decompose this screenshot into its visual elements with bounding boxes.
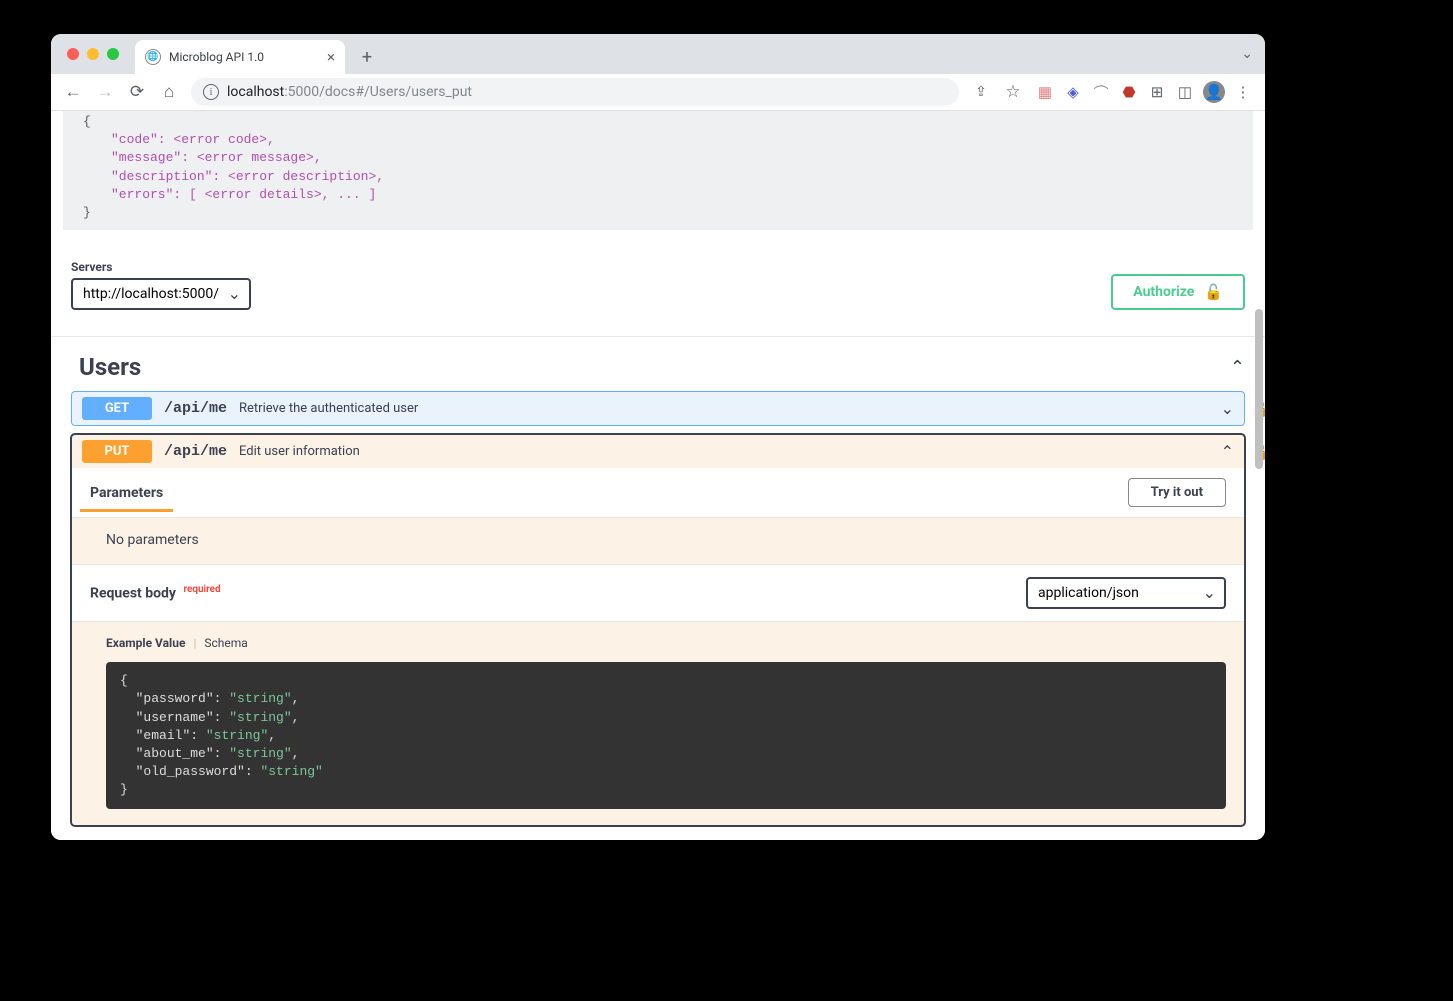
extension-icon[interactable]: ▦ (1035, 82, 1055, 102)
bookmark-icon[interactable]: ☆ (999, 78, 1027, 106)
operation-summary: Retrieve the authenticated user (239, 401, 418, 416)
chevron-up-icon: ⌃ (1230, 357, 1245, 378)
browser-tab[interactable]: 🌐 Microblog API 1.0 × (135, 40, 345, 74)
request-body-title: Request body (90, 586, 176, 602)
unlock-icon: 🔓 (1204, 283, 1223, 301)
url-text: localhost:5000/docs#/Users/users_put (227, 84, 472, 100)
operation-summary: Edit user information (239, 444, 360, 459)
operation-header[interactable]: GET /api/me Retrieve the authenticated u… (72, 392, 1244, 425)
reload-button[interactable]: ⟳ (123, 78, 151, 106)
servers-label: Servers (71, 260, 251, 274)
operation-path: /api/me (164, 443, 227, 460)
server-select-value: http://localhost:5000/ (83, 286, 219, 302)
try-it-out-button[interactable]: Try it out (1128, 478, 1226, 507)
sidepanel-icon[interactable]: ◫ (1175, 82, 1195, 102)
no-parameters-text: No parameters (72, 518, 1244, 564)
browser-window: 🌐 Microblog API 1.0 × + ⌄ ← → ⟳ ⌂ i loca… (51, 34, 1265, 840)
close-icon[interactable]: × (327, 48, 335, 66)
address-bar: ← → ⟳ ⌂ i localhost:5000/docs#/Users/use… (51, 74, 1265, 111)
url-path: :5000/docs#/Users/users_put (284, 84, 472, 100)
window-controls (63, 34, 129, 74)
tab-schema[interactable]: Schema (204, 636, 247, 650)
extension-icon[interactable]: ⬣ (1119, 82, 1139, 102)
authorize-button[interactable]: Authorize 🔓 (1111, 274, 1245, 310)
back-button[interactable]: ← (59, 78, 87, 106)
parameters-bar: Parameters Try it out (72, 468, 1244, 518)
extensions-icon[interactable]: ⊞ (1147, 82, 1167, 102)
forward-button[interactable]: → (91, 78, 119, 106)
home-button[interactable]: ⌂ (155, 78, 183, 106)
operation-put: PUT /api/me Edit user information ⌃ 🔓 Pa… (71, 434, 1245, 826)
operation-body: Parameters Try it out No parameters Requ… (72, 468, 1244, 809)
globe-icon: 🌐 (145, 49, 161, 65)
content-type-select[interactable]: application/json (1026, 577, 1226, 609)
url-field[interactable]: i localhost:5000/docs#/Users/users_put (191, 78, 959, 106)
share-icon[interactable]: ⇪ (967, 78, 995, 106)
window-close-button[interactable] (67, 48, 79, 60)
url-host: localhost (227, 84, 284, 100)
operation-get: GET /api/me Retrieve the authenticated u… (71, 391, 1245, 426)
content-type-value: application/json (1038, 585, 1139, 601)
authorize-label: Authorize (1133, 284, 1194, 300)
schema-tabs: Example Value | Schema (72, 622, 1244, 656)
tag-title: Users (79, 353, 141, 381)
operation-header[interactable]: PUT /api/me Edit user information ⌃ (72, 435, 1244, 468)
operation-controls: ⌃ (1221, 442, 1234, 461)
tab-separator: | (193, 636, 196, 650)
error-schema-block: { "code": <error code>, "message": <erro… (63, 111, 1253, 230)
tabs-chevron-icon[interactable]: ⌄ (1241, 46, 1253, 62)
new-tab-button[interactable]: + (353, 43, 381, 71)
example-code-block: { "password": "string", "username": "str… (106, 662, 1226, 809)
operation-path: /api/me (164, 400, 227, 417)
request-body-bar: Request body required application/json (72, 564, 1244, 622)
error-schema-line: "description": <error description>, (111, 169, 384, 184)
parameters-title: Parameters (90, 485, 163, 501)
profile-avatar[interactable]: 👤 (1203, 81, 1225, 103)
operation-controls: ⌄ (1221, 399, 1234, 418)
required-label: required (183, 584, 220, 595)
extension-icons: ▦ ◈ ⌒ ⬣ ⊞ ◫ 👤 ⋮ (1031, 81, 1257, 103)
method-badge: GET (82, 397, 152, 420)
tab-title: Microblog API 1.0 (169, 50, 319, 64)
error-schema-line: "message": <error message>, (111, 150, 322, 165)
error-schema-line: "code": <error code>, (111, 132, 275, 147)
request-body-title-wrap: Request body required (90, 584, 221, 602)
window-minimize-button[interactable] (87, 48, 99, 60)
window-maximize-button[interactable] (107, 48, 119, 60)
page-content: { "code": <error code>, "message": <erro… (51, 111, 1265, 840)
chevron-up-icon: ⌃ (1221, 442, 1234, 461)
server-select[interactable]: http://localhost:5000/ (71, 278, 251, 310)
tab-example-value[interactable]: Example Value (106, 636, 185, 650)
tab-bar: 🌐 Microblog API 1.0 × + ⌄ (51, 34, 1265, 74)
error-schema-line: "errors": [ <error details>, ... ] (111, 187, 376, 202)
extension-icon[interactable]: ◈ (1063, 82, 1083, 102)
servers-row: Servers http://localhost:5000/ Authorize… (51, 230, 1265, 326)
method-badge: PUT (82, 440, 152, 463)
servers-block: Servers http://localhost:5000/ (71, 260, 251, 310)
site-info-icon[interactable]: i (203, 84, 219, 100)
extension-icon[interactable]: ⌒ (1091, 82, 1111, 102)
tag-header[interactable]: Users ⌃ (51, 337, 1265, 391)
scrollbar-thumb[interactable] (1255, 309, 1263, 469)
chevron-down-icon: ⌄ (1221, 399, 1234, 418)
menu-icon[interactable]: ⋮ (1233, 82, 1253, 102)
